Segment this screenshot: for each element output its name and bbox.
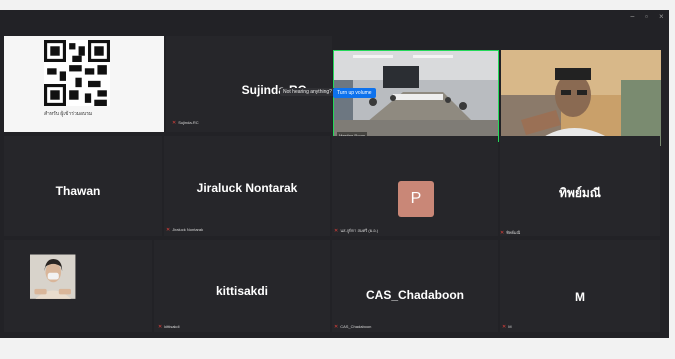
- participant-label: ✕ Jiraluck Nontarak: [166, 227, 204, 233]
- mic-muted-icon: ✕: [158, 324, 163, 330]
- turn-up-volume-button[interactable]: Turn up volume: [333, 88, 376, 98]
- video-tile-woman[interactable]: [4, 240, 152, 332]
- participant-name: ทิพย์มณี: [559, 186, 601, 200]
- video-tile-man[interactable]: Preechaa Vo Mohammed: [501, 50, 661, 146]
- participant-label: ✕ kittisakdi: [158, 324, 180, 330]
- mic-muted-icon: ✕: [172, 120, 177, 126]
- qr-code-icon: [44, 40, 110, 106]
- maximize-button[interactable]: ▫: [645, 12, 648, 21]
- video-tile-m[interactable]: M ✕ M: [500, 240, 660, 332]
- mic-muted-icon: ✕: [502, 324, 507, 330]
- participant-label: ✕ CAS_Chadaboon: [334, 324, 372, 330]
- participant-label: ✕ Sujinda-RC: [172, 120, 199, 126]
- woman-video: [30, 254, 76, 299]
- avatar: P: [398, 181, 434, 217]
- participant-name: M: [575, 290, 585, 304]
- video-tile-sujinda[interactable]: Sujinda-RC ✕ Sujinda-RC: [166, 36, 332, 132]
- video-tile-qr[interactable]: สำหรับ ผู้เข้าร่วมอบรม: [4, 36, 164, 132]
- video-tile-chadaboon[interactable]: CAS_Chadaboon ✕ CAS_Chadaboon: [332, 240, 498, 332]
- participant-name: CAS_Chadaboon: [365, 288, 464, 302]
- participant-label: ✕ ทิพย์มณี: [500, 230, 521, 236]
- participant-name: Jiraluck Nontarak: [196, 181, 298, 195]
- mic-muted-icon: ✕: [500, 230, 505, 236]
- mic-muted-icon: ✕: [166, 227, 171, 233]
- participant-name: Thawan: [55, 184, 101, 198]
- video-tile-thai[interactable]: ทิพย์มณี ✕ ทิพย์มณี: [500, 136, 660, 236]
- meeting-screen: − ▫ × สำหรับ ผู้เข้าร่วมอบรม Sujinda-RC …: [0, 10, 669, 338]
- video-tile-thawan[interactable]: Thawan: [4, 136, 162, 236]
- participant-label: ✕ นส.ภูษิกา สมศรี (ผ.อ.): [334, 228, 379, 234]
- man-video: [501, 50, 661, 146]
- participant-label: ✕ M: [502, 324, 512, 330]
- qr-caption: สำหรับ ผู้เข้าร่วมอบรม: [44, 111, 93, 117]
- not-hearing-tooltip: Not hearing anything?: [280, 88, 335, 96]
- minimize-button[interactable]: −: [630, 12, 635, 21]
- video-tile-jiraluck[interactable]: Jiraluck Nontarak ✕ Jiraluck Nontarak: [164, 136, 330, 236]
- mic-muted-icon: ✕: [334, 228, 339, 234]
- close-button[interactable]: ×: [659, 12, 664, 21]
- mic-muted-icon: ✕: [334, 324, 339, 330]
- video-tile-kittisakdi[interactable]: kittisakdi ✕ kittisakdi: [154, 240, 330, 332]
- participant-name: kittisakdi: [215, 284, 269, 298]
